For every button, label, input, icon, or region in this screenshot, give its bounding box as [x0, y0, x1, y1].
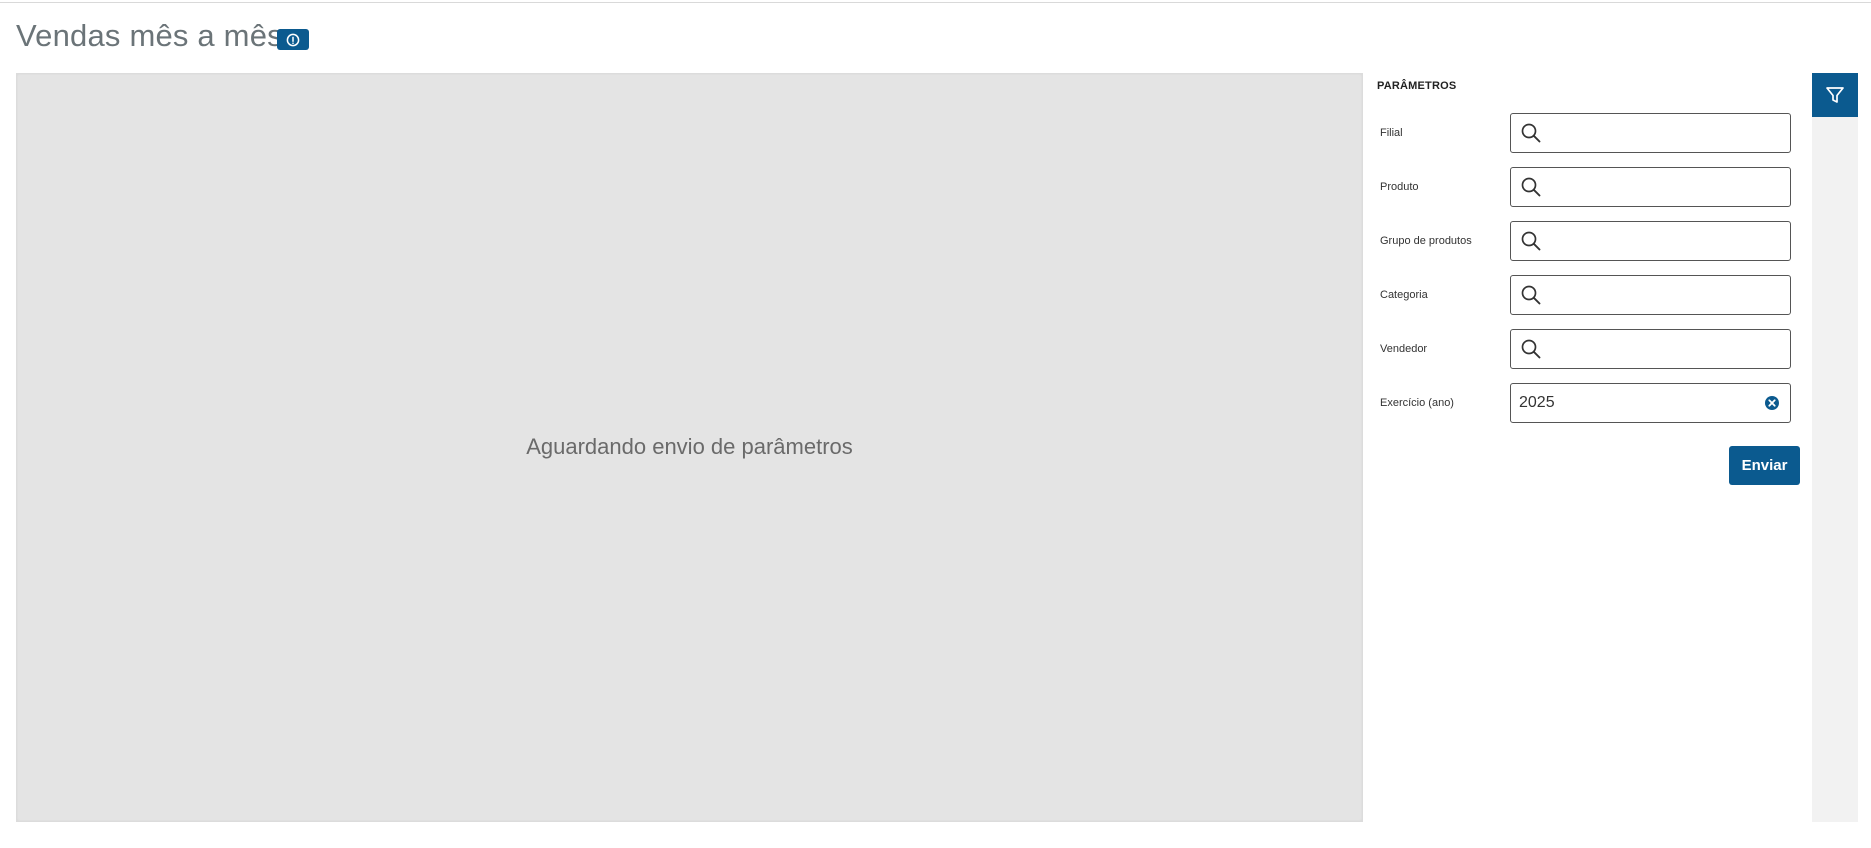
- filter-toggle-button[interactable]: [1812, 73, 1858, 117]
- search-icon[interactable]: [1520, 230, 1542, 252]
- param-label: Grupo de produtos: [1380, 235, 1472, 247]
- param-row-grupo-de-produtos: Grupo de produtos: [1380, 221, 1800, 261]
- produto-lookup-field[interactable]: [1510, 167, 1791, 207]
- vendedor-lookup-field[interactable]: [1510, 329, 1791, 369]
- param-row-exercicio: Exercício (ano): [1380, 383, 1800, 423]
- filter-sidebar: [1812, 73, 1858, 822]
- search-icon[interactable]: [1520, 122, 1542, 144]
- filial-input[interactable]: [1548, 115, 1790, 151]
- exercicio-field[interactable]: [1510, 383, 1791, 423]
- exercicio-input[interactable]: [1519, 385, 1764, 421]
- search-icon[interactable]: [1520, 338, 1542, 360]
- produto-input[interactable]: [1548, 169, 1790, 205]
- grupo-de-produtos-lookup-field[interactable]: [1510, 221, 1791, 261]
- report-preview-area: Aguardando envio de parâmetros: [16, 73, 1363, 822]
- categoria-lookup-field[interactable]: [1510, 275, 1791, 315]
- submit-button[interactable]: Enviar: [1729, 446, 1800, 485]
- param-row-produto: Produto: [1380, 167, 1800, 207]
- param-label: Categoria: [1380, 289, 1428, 301]
- info-button[interactable]: [277, 29, 309, 50]
- param-label: Filial: [1380, 127, 1403, 139]
- vendedor-input[interactable]: [1548, 331, 1790, 367]
- param-label: Exercício (ano): [1380, 397, 1454, 409]
- clear-icon[interactable]: [1764, 395, 1780, 411]
- grupo-de-produtos-input[interactable]: [1548, 223, 1790, 259]
- param-label: Vendedor: [1380, 343, 1428, 355]
- filter-icon: [1826, 87, 1844, 103]
- page-title: Vendas mês a mês: [16, 18, 283, 53]
- param-row-vendedor: Vendedor: [1380, 329, 1800, 369]
- top-divider: [0, 2, 1871, 3]
- search-icon[interactable]: [1520, 284, 1542, 306]
- param-row-filial: Filial: [1380, 113, 1800, 153]
- categoria-input[interactable]: [1548, 277, 1790, 313]
- param-row-categoria: Categoria: [1380, 275, 1800, 315]
- info-icon: [286, 33, 300, 46]
- filial-lookup-field[interactable]: [1510, 113, 1791, 153]
- search-icon[interactable]: [1520, 176, 1542, 198]
- param-label: Produto: [1380, 181, 1419, 193]
- waiting-message: Aguardando envio de parâmetros: [526, 434, 853, 459]
- page: Vendas mês a mês Aguardando envio de par…: [0, 0, 1871, 848]
- parameters-title: PARÂMETROS: [1377, 80, 1457, 92]
